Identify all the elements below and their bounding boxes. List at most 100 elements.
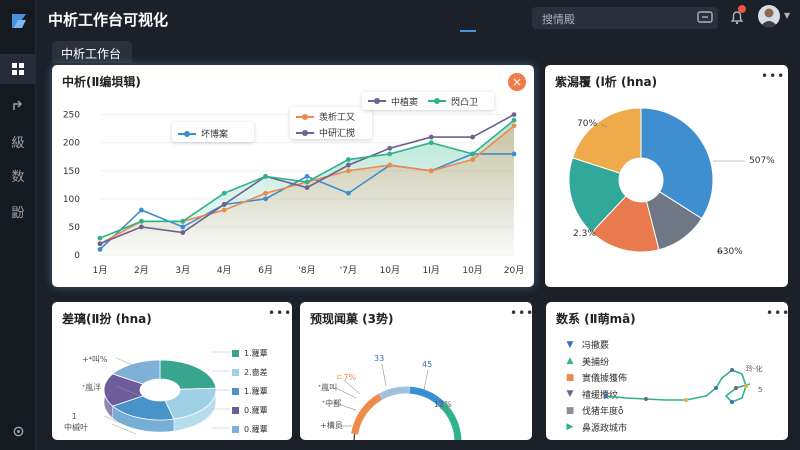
legend-label: 中研汇搅 — [319, 129, 356, 139]
donut3d-legend-item: 2.嗇差 — [232, 367, 268, 378]
data-point — [139, 224, 144, 230]
sidebar-item-share[interactable] — [0, 90, 36, 120]
sidebar-settings[interactable] — [0, 416, 36, 446]
wave-point — [604, 394, 608, 398]
x-tick-label: '8月 — [298, 265, 315, 276]
legend-label: 閃凸卫 — [451, 97, 479, 108]
data-point — [470, 151, 475, 157]
y-tick-label: 50 — [69, 223, 81, 233]
sidebar-item-4[interactable]: 数 — [0, 160, 36, 190]
legend-label: 2.嗇差 — [244, 368, 268, 377]
legend-item: 中植窦 — [368, 96, 419, 108]
avatar[interactable] — [758, 5, 780, 27]
data-point — [97, 241, 103, 247]
data-point — [428, 140, 434, 146]
legend-label: 坏博案 — [201, 130, 229, 140]
data-point — [97, 246, 103, 252]
data-point — [180, 218, 186, 224]
legend-swatch — [232, 407, 239, 414]
sidebar-item-5[interactable]: 鼢 — [0, 196, 36, 226]
app-title: 中析工作台可视化 — [48, 11, 169, 29]
x-tick-label: 10月 — [380, 265, 400, 276]
topbar: 中析工作台可视化 搜情殿 ▼ — [36, 0, 800, 36]
data-point — [346, 190, 351, 196]
gauge-label: +構员 — [320, 421, 343, 430]
x-tick-label: 20月 — [504, 265, 524, 276]
y-tick-label: 150 — [63, 167, 80, 177]
data-point — [180, 224, 186, 230]
data-point — [470, 134, 475, 140]
app-logo[interactable] — [8, 10, 30, 32]
gauge-label: 33 — [374, 354, 385, 363]
legend-label: 1.羅蕈 — [244, 387, 268, 396]
share-icon — [13, 100, 23, 110]
gauge-label: ᐩ嵐叫 — [318, 383, 338, 392]
gauge-label: ㄷ7% — [336, 373, 357, 382]
legend-label: 羡析工又 — [319, 113, 356, 123]
wave-point — [744, 384, 748, 388]
x-tick-label: 3月 — [175, 265, 190, 276]
donut3d-legend-item: 1.羅蕈 — [232, 386, 268, 397]
data-point — [428, 168, 434, 174]
x-tick-label: 1月 — [93, 265, 108, 276]
data-point — [387, 151, 393, 157]
data-point — [263, 173, 268, 179]
y-tick-label: 200 — [63, 139, 80, 149]
legend-swatch — [232, 350, 239, 357]
chevron-down-icon[interactable]: ▼ — [784, 11, 790, 20]
screen-icon[interactable] — [696, 8, 714, 26]
legend-item: 閃凸卫 — [428, 96, 479, 108]
tab-workbench[interactable]: 中析工作台 — [52, 41, 132, 63]
x-tick-label: 10月 — [462, 265, 482, 276]
data-point — [180, 230, 186, 235]
x-tick-label: 4月 — [217, 265, 232, 276]
grid-icon — [12, 63, 24, 75]
sidebar-item-3[interactable]: 級 — [0, 126, 36, 156]
y-tick-label: 0 — [74, 251, 80, 261]
data-point — [263, 196, 268, 202]
data-point — [346, 162, 351, 168]
donut3d-slice — [159, 359, 217, 390]
donut3d-left-label: +⁴叫% — [82, 355, 108, 364]
wave-point — [714, 386, 718, 390]
notification-badge — [738, 5, 746, 13]
data-point — [511, 123, 517, 129]
wave-point — [644, 397, 648, 401]
donut3d-legend-item: 0.羅蕈 — [232, 424, 268, 435]
wave-line — [605, 369, 751, 403]
wave-label: 玲-化 — [746, 365, 763, 373]
legend-swatch — [428, 98, 447, 104]
legend-swatch — [232, 388, 239, 395]
data-point — [346, 168, 351, 174]
active-tab-indicator — [460, 30, 476, 32]
data-point — [387, 162, 393, 168]
x-tick-label: 2月 — [134, 265, 149, 276]
gauge-leader — [335, 387, 357, 399]
sidebar-item-dashboard[interactable] — [0, 54, 36, 84]
legend-item: 羡析工又 — [296, 110, 366, 123]
data-point — [221, 202, 227, 207]
wave-point — [684, 398, 688, 402]
data-point — [221, 190, 227, 196]
x-tick-label: 6月 — [258, 265, 273, 276]
gauge-leader — [381, 363, 387, 387]
legend-item: 坏博案 — [178, 127, 248, 140]
data-point — [511, 117, 517, 123]
data-point — [428, 134, 434, 140]
main-chart-card: 中析(Ⅱ编垻辑) × 0 50 100 150 200 250 1月 2月 3月 4月 6月 '8月 '… — [52, 65, 534, 287]
donut3d-left-label: ᐩ嵐泮 — [82, 383, 102, 392]
legend-label: 中植窦 — [391, 97, 419, 108]
gauge-leader — [423, 369, 429, 391]
search-input[interactable]: 搜情殿 — [532, 7, 718, 29]
gear-icon — [13, 426, 23, 436]
legend-swatch — [296, 129, 314, 136]
avatar-image — [760, 8, 778, 27]
gauge-segment — [351, 393, 383, 435]
legend-label: 1.羅蕈 — [244, 349, 268, 358]
legend-box-c: 中植窦 閃凸卫 — [362, 92, 494, 110]
donut3d-left-label: 中槭叶 — [64, 423, 88, 432]
data-point — [304, 173, 310, 179]
legend-label: 0.羅蕈 — [244, 406, 268, 415]
series-area — [100, 125, 514, 255]
legend-list-card: 数系 (Ⅱ萌mā) ••• ▼ 冯撤覈 ▲ 美捕纷 ■ 實儀據獲佈 ▼ 禮缓攮纹 ■ 伐猪年度ỗ ▶… — [546, 302, 789, 440]
